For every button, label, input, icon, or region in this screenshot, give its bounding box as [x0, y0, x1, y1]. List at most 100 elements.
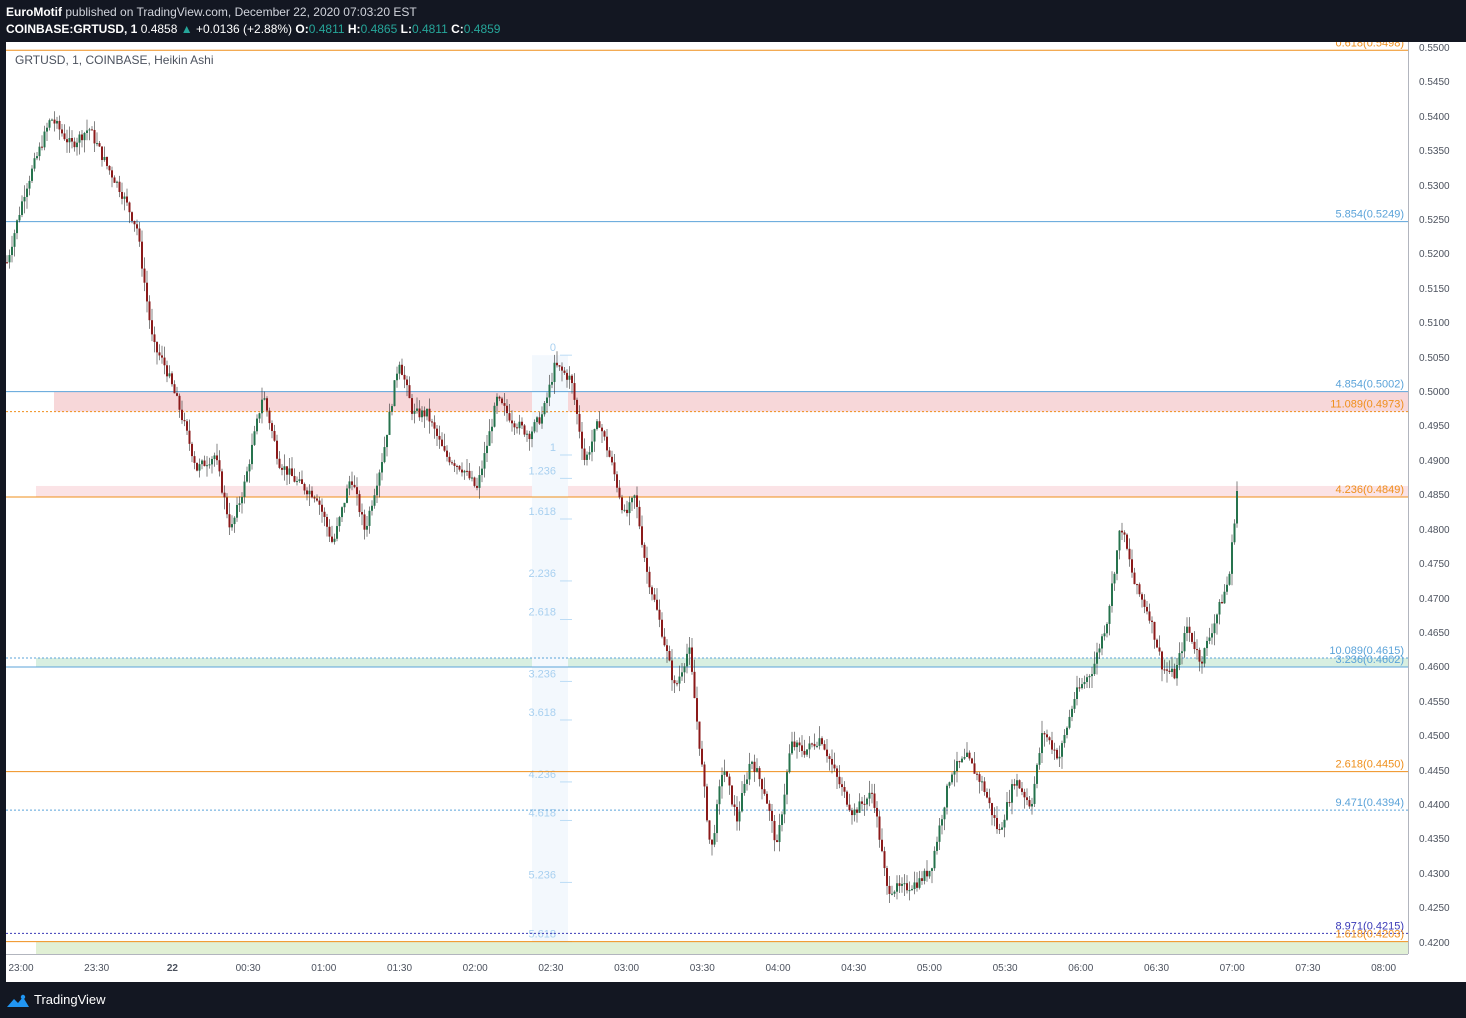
candle-down	[66, 139, 68, 143]
candle-up	[933, 850, 936, 869]
candle-down	[996, 817, 998, 830]
candle-up	[1083, 682, 1086, 685]
candle-down	[148, 301, 151, 321]
time-tick-label: 06:30	[1143, 963, 1170, 974]
candle-up	[756, 768, 758, 772]
candle-up	[748, 763, 751, 780]
fib-extension-label: 2.236	[528, 568, 556, 580]
candle-up	[88, 129, 91, 131]
pane-legend[interactable]: GRTUSD, 1, COINBASE, Heikin Ashi	[15, 53, 214, 67]
candlestick-chart[interactable]: 0 1 1.236 1.618 2.236 2.618 3.236 3.618 4.236 4.6…	[6, 42, 1408, 954]
candle-down	[753, 761, 756, 772]
price-tick-label: 0.4350	[1419, 834, 1450, 846]
time-tick-label: 01:00	[311, 963, 337, 974]
candle-down	[521, 421, 523, 426]
candle-up	[491, 426, 493, 432]
candle-down	[768, 803, 771, 811]
fib-extension-label: 5.236	[528, 869, 556, 881]
candle-up	[913, 882, 916, 890]
candle-down	[578, 413, 581, 432]
zone-band	[36, 941, 1408, 954]
candle-down	[63, 133, 66, 140]
candle-down	[73, 141, 76, 148]
chart-header: EuroMotif published on TradingView.com, …	[0, 0, 1466, 42]
candle-down	[888, 885, 891, 894]
level-label: 2.618(0.4450)	[1336, 759, 1405, 771]
candle-up	[783, 794, 786, 815]
candle-up	[258, 413, 261, 419]
chart-pane[interactable]: 0 1 1.236 1.618 2.236 2.618 3.236 3.618 4.236 4.6…	[6, 42, 1408, 954]
candle-down	[653, 594, 656, 600]
candle-down	[811, 743, 813, 745]
candle-down	[708, 820, 711, 840]
candle-down	[603, 431, 606, 437]
time-tick-label: 03:30	[689, 963, 715, 974]
candle-down	[581, 431, 583, 449]
candle-down	[673, 680, 676, 684]
candle-up	[76, 142, 78, 148]
candle-up	[26, 188, 28, 197]
candle-down	[641, 526, 643, 545]
author-name[interactable]: EuroMotif	[6, 5, 62, 19]
candle-down	[113, 177, 116, 183]
candle-up	[31, 168, 33, 181]
candle-up	[383, 447, 386, 463]
candle-up	[253, 431, 256, 445]
candle-up	[961, 758, 963, 763]
candle-up	[368, 510, 371, 526]
candle-down	[108, 165, 111, 171]
candle-up	[1006, 802, 1008, 820]
candle-down	[153, 334, 156, 343]
candle-down	[826, 749, 828, 757]
time-tick-label: 23:00	[8, 963, 34, 974]
candle-up	[346, 488, 348, 503]
time-axis[interactable]: 23:00 23:30 22 00:30 01:00 01:30 02:00 02:30 03:…	[6, 954, 1408, 982]
candle-up	[1011, 784, 1013, 803]
candle-up	[553, 362, 556, 382]
candle-down	[731, 785, 733, 805]
candle-down	[171, 373, 173, 385]
candle-up	[806, 749, 808, 755]
time-tick-label: 01:30	[386, 963, 413, 974]
candle-down	[926, 870, 928, 877]
candle-up	[781, 814, 783, 825]
candle-down	[433, 422, 436, 429]
candle-up	[901, 883, 903, 886]
symbol-label[interactable]: COINBASE:GRTUSD, 1	[6, 22, 137, 36]
candle-down	[326, 516, 328, 527]
candle-down	[411, 398, 413, 414]
candle-down	[1138, 584, 1141, 595]
price-tick-label: 0.5350	[1419, 146, 1450, 158]
candle-down	[228, 514, 231, 528]
candle-up	[123, 196, 126, 199]
candle-down	[101, 146, 103, 160]
candle-down	[183, 420, 186, 422]
candle-up	[1088, 676, 1091, 678]
candle-up	[1101, 636, 1103, 649]
candle-down	[701, 748, 703, 765]
candle-up	[546, 397, 548, 404]
candle-down	[728, 776, 731, 786]
candle-down	[523, 425, 526, 435]
candle-up	[83, 132, 86, 141]
candle-up	[1111, 583, 1113, 606]
candle-up	[288, 468, 291, 475]
candle-up	[963, 757, 966, 759]
candle-up	[866, 798, 868, 805]
low-value: 0.4811	[411, 22, 448, 36]
fib-extension-label: 3.236	[528, 668, 556, 680]
candle-up	[376, 485, 378, 496]
candle-up	[1106, 623, 1108, 634]
candle-down	[406, 379, 408, 386]
candle-down	[1048, 737, 1051, 741]
tradingview-brand[interactable]: TradingView	[34, 992, 106, 1007]
low-label: L:	[400, 22, 412, 36]
up-triangle-icon: ▲	[180, 22, 193, 36]
price-axis[interactable]: 0.5500 0.5450 0.5400 0.5350 0.5300 0.5250 0.52…	[1408, 42, 1466, 954]
candle-up	[943, 807, 946, 820]
candle-down	[431, 421, 433, 423]
candle-up	[248, 464, 251, 472]
candle-down	[358, 494, 361, 513]
candle-up	[951, 774, 953, 783]
candle-down	[151, 320, 153, 335]
